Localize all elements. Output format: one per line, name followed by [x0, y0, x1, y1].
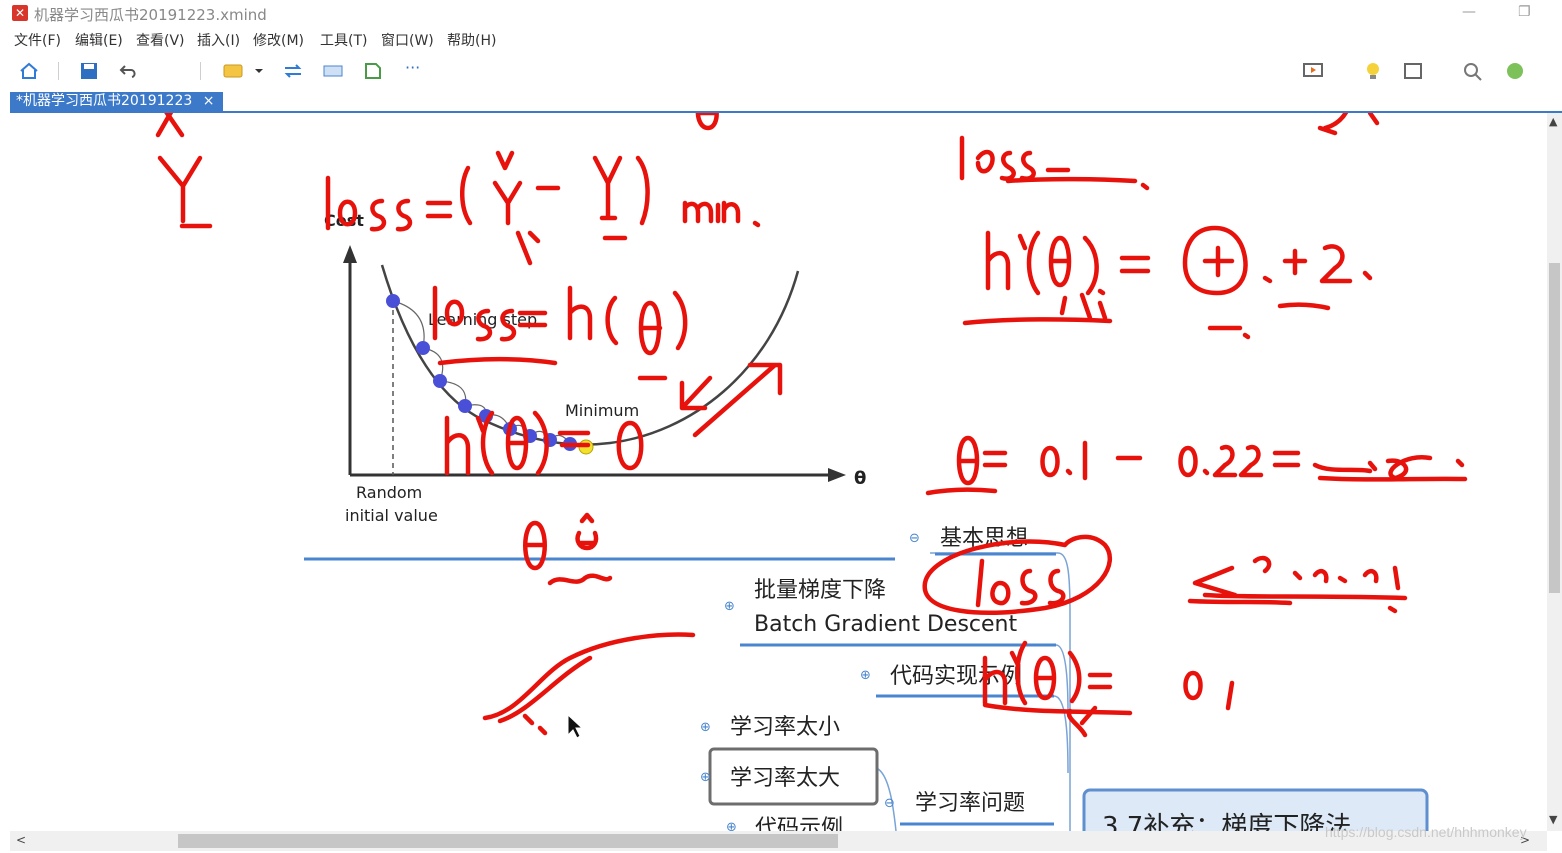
topic-code-sample[interactable]: 代码示例	[755, 816, 843, 831]
save-icon[interactable]	[78, 61, 100, 81]
menu-help[interactable]: 帮助(H)	[447, 30, 496, 50]
window-title: 机器学习西瓜书20191223.xmind	[34, 6, 267, 24]
menu-tools[interactable]: 工具(T)	[320, 30, 367, 50]
step-point	[433, 374, 447, 388]
menu-edit[interactable]: 编辑(E)	[75, 30, 123, 50]
toolbar: ···	[0, 52, 1562, 90]
canvas-drawing: Cost θ Learning step Minimum Random init…	[155, 113, 1468, 831]
minimum-label: Minimum	[565, 401, 639, 420]
mindmap: ⊖ 基本思想 ⊕ 批量梯度下降 Batch Gradient Descent ⊕…	[304, 526, 1429, 831]
menu-window[interactable]: 窗口(W)	[381, 30, 434, 50]
mouse-cursor-icon	[567, 713, 584, 739]
scroll-down-icon[interactable]: ▼	[1549, 813, 1557, 826]
menu-view[interactable]: 查看(V)	[136, 30, 185, 50]
topic-lr-problem[interactable]: 学习率问题	[915, 791, 1025, 816]
expand-marker-icon[interactable]: ⊕	[700, 770, 711, 785]
menu-insert[interactable]: 插入(I)	[197, 30, 240, 50]
vertical-scroll-thumb[interactable]	[1549, 263, 1560, 593]
topic-lr-too-small[interactable]: 学习率太小	[730, 715, 840, 740]
share-icon[interactable]	[1504, 61, 1526, 81]
more-icon[interactable]: ···	[405, 58, 427, 78]
insert-topic-icon[interactable]	[222, 61, 244, 81]
expand-marker-icon[interactable]: ⊕	[724, 599, 735, 614]
xmind-logo-icon: ✕	[12, 5, 28, 21]
undo-icon[interactable]	[118, 61, 140, 81]
x-axis-arrow-icon	[828, 468, 846, 482]
toolbar-separator	[200, 62, 201, 80]
idea-icon[interactable]	[1362, 61, 1384, 81]
scroll-up-icon[interactable]: ▲	[1549, 115, 1557, 128]
watermark: https://blog.csdn.net/hhhmonkey	[1325, 824, 1527, 840]
tab-label: *机器学习西瓜书20191223	[16, 93, 193, 109]
mindmap-canvas[interactable]: Cost θ Learning step Minimum Random init…	[10, 113, 1547, 831]
central-topic[interactable]: 3.7补充：梯度下降法	[1102, 812, 1351, 831]
export-icon[interactable]	[1402, 61, 1424, 81]
menu-modify[interactable]: 修改(M)	[253, 30, 304, 50]
x-axis-label: θ	[854, 468, 866, 489]
connector-line	[1053, 695, 1069, 774]
topic-batch-gd-cn[interactable]: 批量梯度下降	[754, 578, 886, 603]
search-icon[interactable]	[1462, 61, 1484, 81]
random-label: Random	[356, 483, 422, 502]
minimize-button[interactable]: —	[1462, 4, 1476, 20]
restore-button[interactable]: ❐	[1518, 4, 1531, 20]
summary-icon[interactable]	[322, 61, 344, 81]
initial-value-label: initial value	[345, 506, 438, 525]
topic-lr-too-large[interactable]: 学习率太大	[730, 766, 840, 791]
y-axis-arrow-icon	[343, 245, 357, 263]
relationship-icon[interactable]	[282, 61, 304, 81]
expand-marker-icon[interactable]: ⊕	[860, 668, 871, 683]
scroll-left-icon[interactable]: <	[16, 833, 26, 847]
annotation-strokes	[155, 113, 1468, 738]
topic-batch-gd-en[interactable]: Batch Gradient Descent	[754, 612, 1017, 637]
home-icon[interactable]	[18, 61, 40, 81]
expand-marker-icon[interactable]: ⊕	[726, 820, 737, 831]
step-point	[458, 399, 472, 413]
vertical-scrollbar[interactable]: ▲ ▼	[1547, 113, 1562, 831]
dropdown-icon[interactable]	[252, 61, 266, 81]
gradient-descent-diagram: Cost θ Learning step Minimum Random init…	[324, 211, 866, 525]
menu-bar: 文件(F) 编辑(E) 查看(V) 插入(I) 修改(M) 工具(T) 窗口(W…	[0, 27, 1562, 52]
toolbar-separator	[58, 62, 59, 80]
tab-document[interactable]: *机器学习西瓜书20191223 ×	[10, 92, 223, 111]
collapse-marker-icon[interactable]: ⊖	[884, 796, 895, 811]
boundary-icon[interactable]	[362, 61, 384, 81]
connector-line	[930, 552, 1071, 831]
step-point	[416, 341, 430, 355]
menu-file[interactable]: 文件(F)	[14, 30, 61, 50]
horizontal-scroll-thumb[interactable]	[178, 834, 838, 848]
collapse-marker-icon[interactable]: ⊖	[909, 531, 920, 546]
title-bar: ✕ 机器学习西瓜书20191223.xmind — ❐	[0, 0, 1562, 27]
tab-close-icon[interactable]: ×	[203, 93, 215, 109]
step-point	[386, 294, 400, 308]
expand-marker-icon[interactable]: ⊕	[700, 720, 711, 735]
horizontal-scrollbar[interactable]: < >	[10, 831, 1547, 851]
presentation-icon[interactable]	[1302, 61, 1324, 81]
